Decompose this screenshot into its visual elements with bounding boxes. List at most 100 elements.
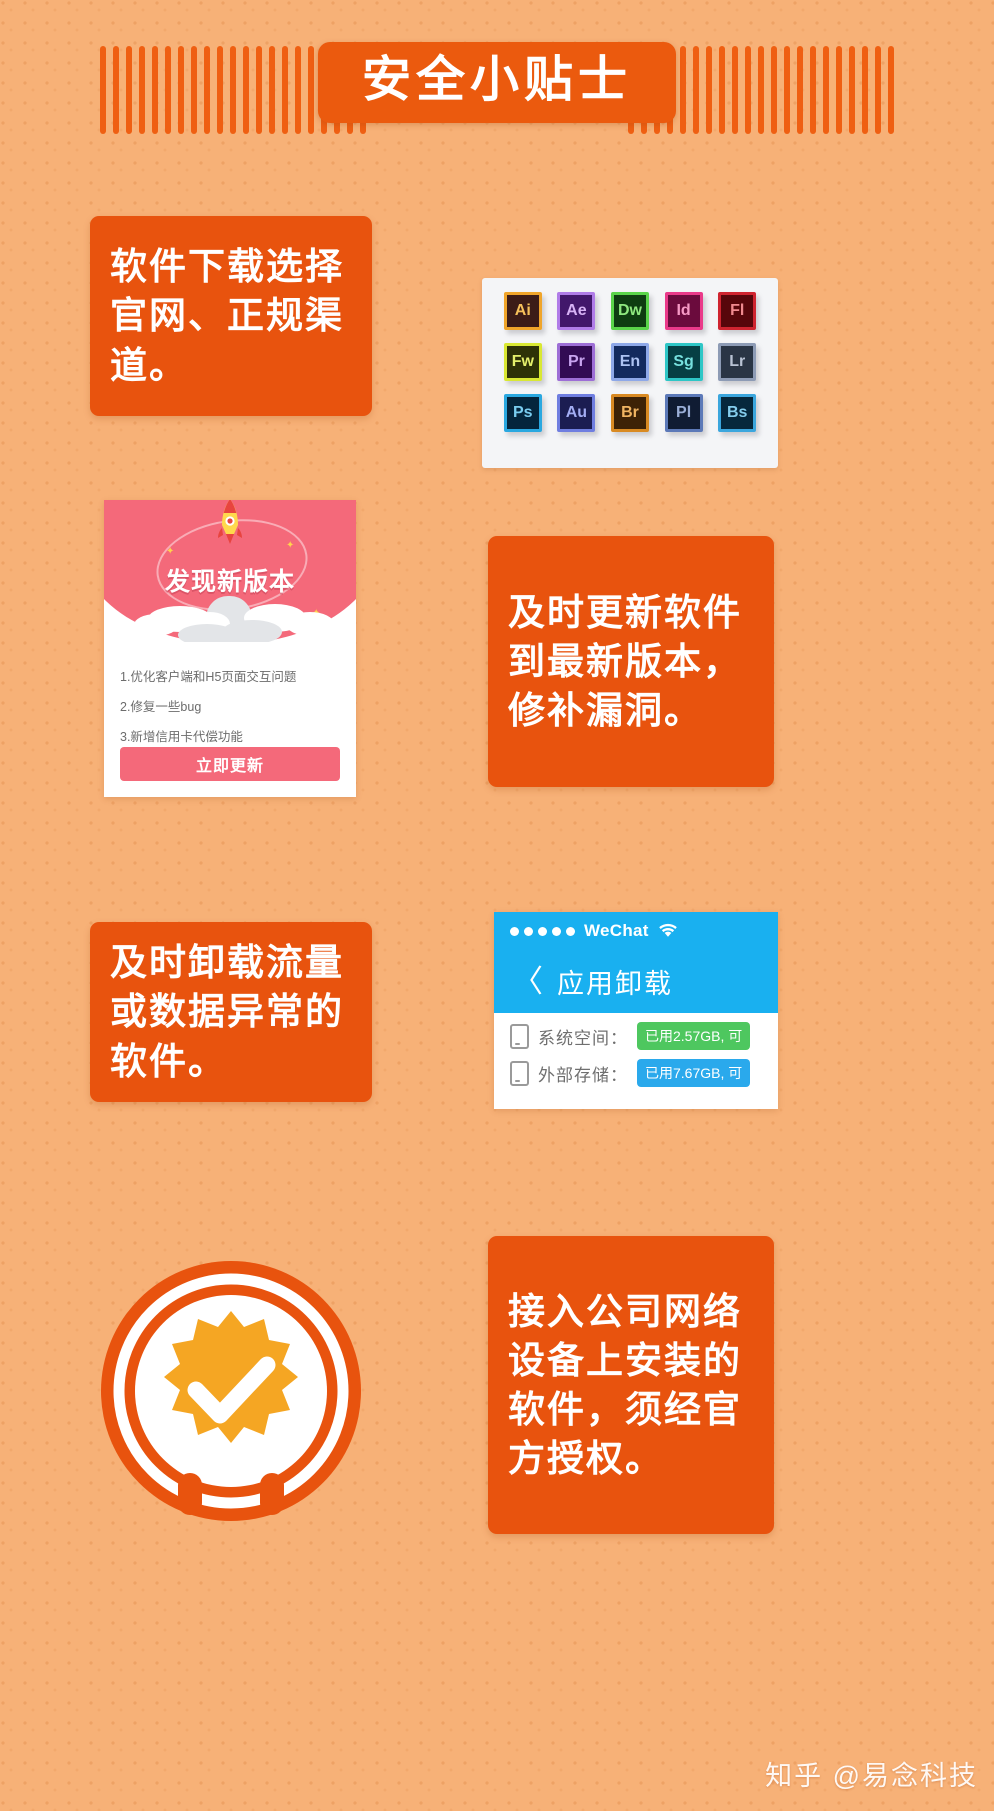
adobe-icon-grid: Ai Ae Dw Id Fl Fw Pr En Sg Lr Ps Au Br Pl Bs (482, 292, 778, 432)
adobe-icon-cell[interactable]: Pr (550, 343, 604, 381)
back-chevron-icon[interactable]: 〈 (512, 966, 543, 997)
adobe-lr-icon[interactable]: Lr (718, 343, 757, 381)
page-title: 安全小贴士 (317, 42, 677, 123)
stripe (139, 46, 145, 134)
stripe (849, 46, 855, 134)
stripe (308, 46, 314, 134)
stripe (100, 46, 106, 134)
signal-dot (524, 926, 533, 936)
stripe (113, 46, 119, 134)
stripe (693, 46, 699, 134)
adobe-icon-cell[interactable]: Id (657, 292, 711, 330)
nav-bar: 〈 应用卸载 (494, 950, 778, 1013)
cloud-shape (178, 624, 236, 642)
update-changelog: 1.优化客户端和H5页面交互问题 2.修复一些bug 3.新增信用卡代偿功能 (104, 642, 356, 745)
infographic-page: 安全小贴士 软件下载选择官网、正规渠道。 Ai Ae Dw Id Fl Fw Pr En Sg L… (0, 0, 994, 1811)
stripe (295, 46, 301, 134)
sparkle-icon: ✦ (286, 540, 295, 551)
storage-row[interactable]: 系统空间： 已用2.57GB, 可 (494, 1013, 778, 1050)
signal-dot (552, 926, 561, 936)
stripe (862, 46, 868, 134)
emblem-leg-right (260, 1473, 284, 1515)
carrier-label: WeChat (584, 921, 649, 940)
signal-dot (566, 926, 575, 936)
page-title-text: 安全小贴士 (361, 53, 633, 107)
adobe-id-icon[interactable]: Id (664, 292, 703, 330)
tip-card-download-source: 软件下载选择官网、正规渠道。 (90, 216, 372, 416)
adobe-icon-cell[interactable]: Ps (496, 394, 550, 432)
adobe-apps-panel: Ai Ae Dw Id Fl Fw Pr En Sg Lr Ps Au Br Pl Bs (482, 278, 778, 468)
adobe-icon-cell[interactable]: En (603, 343, 657, 381)
stripe (888, 46, 894, 134)
adobe-au-icon[interactable]: Au (557, 394, 596, 432)
adobe-icon-cell[interactable]: Ai (496, 292, 550, 330)
adobe-icon-cell[interactable]: Lr (710, 343, 764, 381)
changelog-item: 3.新增信用卡代偿功能 (120, 730, 243, 744)
update-dialog: ✦ ✦ ✦ 发现新版本 1.优化客户端和H5页面交互问题 2.修复一些bug 3.新… (104, 500, 356, 797)
adobe-ae-icon[interactable]: Ae (557, 292, 596, 330)
phone-icon (510, 1023, 529, 1049)
changelog-item: 2.修复一些bug (120, 700, 202, 714)
adobe-icon-cell[interactable]: Fw (496, 343, 550, 381)
adobe-icon-cell[interactable]: Br (603, 394, 657, 432)
adobe-icon-cell[interactable]: Pl (657, 394, 711, 432)
storage-label: 系统空间： (538, 1028, 628, 1048)
tip-card-company-network: 接入公司网络设备上安装的软件，须经官方授权。 (488, 1236, 774, 1534)
stripe (126, 46, 132, 134)
update-now-button[interactable]: 立即更新 (120, 747, 340, 781)
adobe-ai-icon[interactable]: Ai (503, 292, 542, 330)
adobe-fl-icon[interactable]: Fl (718, 292, 757, 330)
stripe (217, 46, 223, 134)
adobe-pr-icon[interactable]: Pr (557, 343, 596, 381)
stripe (784, 46, 790, 134)
sparkle-icon: ✦ (166, 546, 175, 557)
stripe (230, 46, 236, 134)
adobe-icon-cell[interactable]: Au (550, 394, 604, 432)
changelog-item: 1.优化客户端和H5页面交互问题 (120, 670, 297, 684)
tip-text: 及时更新软件到最新版本，修补漏洞。 (508, 591, 742, 732)
stripe (758, 46, 764, 134)
cloud-shape (286, 612, 334, 636)
rocket-icon (218, 500, 242, 544)
sdcard-icon (510, 1060, 529, 1086)
nav-title: 应用卸载 (557, 969, 673, 999)
tip-text: 及时卸载流量或数据异常的软件。 (110, 942, 344, 1082)
adobe-ps-icon[interactable]: Ps (503, 394, 542, 432)
adobe-en-icon[interactable]: En (610, 343, 649, 381)
adobe-sg-icon[interactable]: Sg (664, 343, 703, 381)
stripe (178, 46, 184, 134)
adobe-icon-cell[interactable]: Dw (603, 292, 657, 330)
adobe-fw-icon[interactable]: Fw (503, 343, 542, 381)
adobe-icon-cell[interactable]: Sg (657, 343, 711, 381)
adobe-dw-icon[interactable]: Dw (610, 292, 649, 330)
adobe-br-icon[interactable]: Br (610, 394, 649, 432)
adobe-icon-cell[interactable]: Fl (710, 292, 764, 330)
stripe (165, 46, 171, 134)
storage-label: 外部存储： (538, 1065, 628, 1085)
stripe (204, 46, 210, 134)
stripe (810, 46, 816, 134)
adobe-icon-cell[interactable]: Ae (550, 292, 604, 330)
adobe-bs-icon[interactable]: Bs (718, 394, 757, 432)
storage-usage-badge: 已用7.67GB, 可 (637, 1059, 751, 1087)
stripe (745, 46, 751, 134)
storage-rows: 系统空间： 已用2.57GB, 可外部存储： 已用7.67GB, 可 (494, 1013, 778, 1087)
stripe (256, 46, 262, 134)
stripe (719, 46, 725, 134)
watermark: 知乎 @易念科技 (765, 1761, 978, 1791)
adobe-icon-cell[interactable]: Bs (710, 394, 764, 432)
tip-card-uninstall-abnormal: 及时卸载流量或数据异常的软件。 (90, 922, 372, 1102)
update-hero-title: 发现新版本 (164, 568, 295, 596)
signal-dot (538, 926, 547, 936)
stripe (269, 46, 275, 134)
stripe (243, 46, 249, 134)
adobe-pl-icon[interactable]: Pl (664, 394, 703, 432)
app-uninstall-panel: WeChat 〈 应用卸载 系统空间： 已用2.57GB, 可外部存储： 已用7.6… (494, 912, 778, 1109)
stripe (875, 46, 881, 134)
status-bar: WeChat (494, 912, 778, 950)
storage-row[interactable]: 外部存储： 已用7.67GB, 可 (494, 1050, 778, 1087)
emblem-leg-left (178, 1473, 202, 1515)
stripe (282, 46, 288, 134)
verified-badge-emblem (101, 1261, 361, 1521)
stripe (706, 46, 712, 134)
